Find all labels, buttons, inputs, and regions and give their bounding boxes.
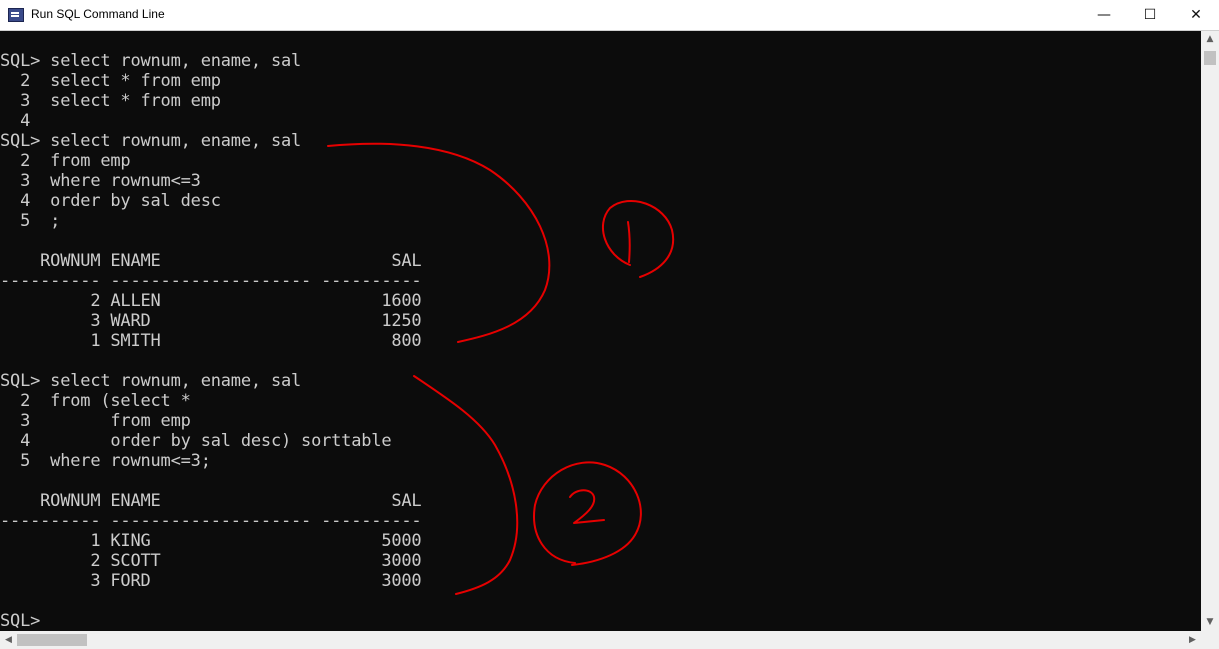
vertical-scroll-thumb[interactable] <box>1204 51 1216 65</box>
sql-prompt[interactable]: SQL> <box>0 611 40 631</box>
sql-app-icon <box>8 8 24 22</box>
scrollbar-corner <box>1201 631 1219 649</box>
result-row: 2 SCOTT 3000 <box>0 551 422 571</box>
console-line: 3 where rownum<=3 <box>0 171 201 191</box>
result-row: 1 KING 5000 <box>0 531 422 551</box>
console-line: 5 where rownum<=3; <box>0 451 211 471</box>
result-separator: ---------- -------------------- --------… <box>0 511 422 531</box>
maximize-button[interactable]: ☐ <box>1127 0 1173 30</box>
window-title: Run SQL Command Line <box>31 7 165 21</box>
console-line: SQL> select rownum, ename, sal <box>0 371 302 391</box>
console-line: 2 select * from emp <box>0 71 221 91</box>
console-line: 4 order by sal desc <box>0 191 221 211</box>
console-line: 2 from emp <box>0 151 131 171</box>
scroll-up-icon[interactable]: ▲ <box>1201 31 1219 48</box>
vertical-scrollbar[interactable]: ▲ ▼ <box>1201 31 1219 631</box>
result-separator: ---------- -------------------- --------… <box>0 271 422 291</box>
result-row: 1 SMITH 800 <box>0 331 422 351</box>
console-line: 5 ; <box>0 211 61 231</box>
result-row: 3 FORD 3000 <box>0 571 422 591</box>
console-line: 4 order by sal desc) sorttable <box>0 431 392 451</box>
scroll-down-icon[interactable]: ▼ <box>1201 614 1219 631</box>
result-header-row: ROWNUM ENAME SAL <box>0 251 422 271</box>
console-line: 3 from emp <box>0 411 191 431</box>
result-header-row: ROWNUM ENAME SAL <box>0 491 422 511</box>
title-bar: Run SQL Command Line — ☐ ✕ <box>0 0 1219 31</box>
close-button[interactable]: ✕ <box>1173 0 1219 30</box>
result-row: 2 ALLEN 1600 <box>0 291 422 311</box>
console-output[interactable]: SQL> select rownum, ename, sal 2 select … <box>0 31 1201 631</box>
console-line: SQL> select rownum, ename, sal <box>0 131 302 151</box>
scroll-right-icon[interactable]: ▶ <box>1184 631 1201 649</box>
horizontal-scrollbar[interactable]: ◀ ▶ <box>0 631 1201 649</box>
scroll-left-icon[interactable]: ◀ <box>0 631 17 649</box>
console-line: 3 select * from emp <box>0 91 221 111</box>
result-row: 3 WARD 1250 <box>0 311 422 331</box>
console-line: 4 <box>0 111 31 131</box>
console-line: 2 from (select * <box>0 391 191 411</box>
horizontal-scroll-thumb[interactable] <box>17 634 87 646</box>
minimize-button[interactable]: — <box>1081 0 1127 30</box>
console-line: SQL> select rownum, ename, sal <box>0 51 302 71</box>
